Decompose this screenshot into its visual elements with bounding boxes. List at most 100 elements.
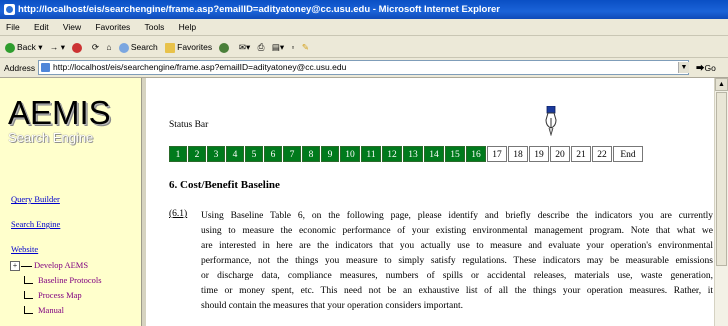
status-step-10[interactable]: 10 bbox=[340, 146, 360, 162]
edit-button[interactable]: ▤▾ bbox=[272, 36, 284, 58]
forward-button[interactable]: → ▾ bbox=[50, 36, 65, 58]
scrollbar-thumb[interactable] bbox=[716, 92, 727, 266]
tree-connector bbox=[21, 265, 32, 267]
tree-root[interactable]: + Develop AEMS bbox=[10, 258, 102, 273]
tree-item-manual[interactable]: Manual bbox=[10, 303, 102, 318]
search-icon bbox=[118, 42, 129, 53]
status-step-5[interactable]: 5 bbox=[245, 146, 263, 162]
back-arrow-icon bbox=[5, 42, 15, 53]
paragraph-number: (6.1) bbox=[169, 209, 188, 219]
home-icon: ⌂ bbox=[106, 42, 112, 52]
edit-icon: ▤▾ bbox=[271, 42, 285, 52]
discuss-button[interactable]: ▫ bbox=[292, 36, 295, 58]
window-titlebar: http://localhost/eis/searchengine/frame.… bbox=[0, 0, 728, 19]
stop-icon bbox=[72, 42, 83, 53]
main-content-frame: Status Bar 1 2 3 4 5 6 7 8 9 10 11 12 13 14 15 16 17 18 19… bbox=[147, 78, 714, 326]
favorites-icon bbox=[165, 42, 176, 53]
page-icon bbox=[41, 63, 50, 72]
paragraph-line: using to measure the economic performanc… bbox=[201, 226, 713, 236]
status-step-7[interactable]: 7 bbox=[283, 146, 301, 162]
mail-button[interactable]: ✉▾ bbox=[239, 36, 250, 58]
scroll-up-arrow-icon[interactable]: ▲ bbox=[715, 78, 728, 91]
standard-toolbar: Back ▾ → ▾ ⟳ ⌂ Search Favorites ✉▾ ⎙ ▤▾ … bbox=[0, 36, 728, 58]
paragraph-line: should contain the measures that your op… bbox=[201, 301, 463, 311]
status-step-20[interactable]: 20 bbox=[550, 146, 570, 162]
tree-branch-line bbox=[24, 276, 33, 284]
menu-favorites[interactable]: Favorites bbox=[95, 22, 130, 32]
go-arrow-icon: ⮕ bbox=[696, 63, 705, 73]
paragraph-line: time or money spent, etc. This need not … bbox=[201, 286, 713, 296]
favorites-button[interactable]: Favorites bbox=[165, 36, 212, 58]
pen-marker-icon bbox=[544, 105, 558, 138]
website-link[interactable]: Website bbox=[11, 244, 38, 254]
vertical-scrollbar[interactable]: ▲ bbox=[714, 78, 728, 326]
refresh-button[interactable]: ⟳ bbox=[92, 36, 99, 58]
status-step-17[interactable]: 17 bbox=[487, 146, 507, 162]
messenger-icon: ✎ bbox=[301, 42, 310, 52]
status-step-15[interactable]: 15 bbox=[445, 146, 465, 162]
status-step-14[interactable]: 14 bbox=[424, 146, 444, 162]
status-step-2[interactable]: 2 bbox=[188, 146, 206, 162]
section-heading: 6. Cost/Benefit Baseline bbox=[169, 179, 280, 191]
status-step-16[interactable]: 16 bbox=[466, 146, 486, 162]
status-step-13[interactable]: 13 bbox=[403, 146, 423, 162]
progress-status-bar: 1 2 3 4 5 6 7 8 9 10 11 12 13 14 15 16 17 18 19 20 21 22 End bbox=[169, 146, 644, 162]
tree-expand-toggle[interactable]: + bbox=[10, 261, 20, 272]
status-step-21[interactable]: 21 bbox=[571, 146, 591, 162]
menu-view[interactable]: View bbox=[63, 22, 81, 32]
menu-bar: File Edit View Favorites Tools Help bbox=[0, 19, 728, 36]
tree-branch-line bbox=[24, 291, 33, 299]
navigation-tree: + Develop AEMS Baseline Protocols Process… bbox=[10, 258, 102, 318]
status-bar-label: Status Bar bbox=[169, 120, 209, 130]
menu-edit[interactable]: Edit bbox=[34, 22, 49, 32]
back-button[interactable]: Back ▾ bbox=[5, 36, 43, 58]
status-step-11[interactable]: 11 bbox=[361, 146, 381, 162]
history-button[interactable] bbox=[219, 36, 231, 58]
mail-icon: ✉▾ bbox=[238, 42, 251, 52]
status-step-19[interactable]: 19 bbox=[529, 146, 549, 162]
aemis-logo: AEMIS Search Engine bbox=[8, 94, 133, 146]
tree-root-label: Develop AEMS bbox=[34, 260, 89, 270]
tree-item-baseline-protocols[interactable]: Baseline Protocols bbox=[10, 273, 102, 288]
status-step-8[interactable]: 8 bbox=[302, 146, 320, 162]
search-button[interactable]: Search bbox=[118, 36, 158, 58]
tree-item-process-map[interactable]: Process Map bbox=[10, 288, 102, 303]
print-icon: ⎙ bbox=[257, 42, 265, 52]
status-step-4[interactable]: 4 bbox=[226, 146, 244, 162]
home-button[interactable]: ⌂ bbox=[106, 36, 111, 58]
status-step-18[interactable]: 18 bbox=[508, 146, 528, 162]
address-dropdown-icon[interactable]: ▼ bbox=[678, 62, 689, 73]
status-step-22[interactable]: 22 bbox=[592, 146, 612, 162]
discuss-icon: ▫ bbox=[291, 42, 295, 52]
forward-arrow-icon: → ▾ bbox=[49, 42, 66, 52]
status-step-1[interactable]: 1 bbox=[169, 146, 187, 162]
menu-file[interactable]: File bbox=[6, 22, 20, 32]
query-builder-link[interactable]: Query Builder bbox=[11, 194, 60, 204]
history-icon bbox=[219, 42, 230, 53]
paragraph-line: are interested in here are the indicator… bbox=[201, 241, 713, 251]
paragraph-text: Using Baseline Table 6, on the following… bbox=[201, 209, 713, 314]
menu-help[interactable]: Help bbox=[179, 22, 196, 32]
logo-title: AEMIS bbox=[8, 94, 111, 131]
status-step-end[interactable]: End bbox=[613, 146, 643, 162]
messenger-button[interactable]: ✎ bbox=[302, 36, 309, 58]
menu-tools[interactable]: Tools bbox=[145, 22, 165, 32]
refresh-icon: ⟳ bbox=[91, 42, 99, 52]
ie-app-icon bbox=[4, 4, 15, 15]
window-title: http://localhost/eis/searchengine/frame.… bbox=[18, 4, 501, 15]
paragraph-line: Using Baseline Table 6, on the following… bbox=[201, 211, 713, 221]
status-step-6[interactable]: 6 bbox=[264, 146, 282, 162]
go-button[interactable]: ⮕Go bbox=[696, 58, 716, 78]
paragraph-line: or discharge data, compliance measures, … bbox=[201, 271, 713, 281]
address-input[interactable]: http://localhost/eis/searchengine/frame.… bbox=[38, 60, 689, 75]
address-bar: Address http://localhost/eis/searchengin… bbox=[0, 58, 728, 78]
status-step-3[interactable]: 3 bbox=[207, 146, 225, 162]
search-engine-link[interactable]: Search Engine bbox=[11, 219, 60, 229]
paragraph-line: performance, not the things you measure … bbox=[201, 256, 713, 266]
stop-button[interactable] bbox=[72, 36, 84, 58]
address-label: Address bbox=[4, 63, 36, 73]
status-step-9[interactable]: 9 bbox=[321, 146, 339, 162]
status-step-12[interactable]: 12 bbox=[382, 146, 402, 162]
print-button[interactable]: ⎙ bbox=[258, 36, 265, 58]
logo-subtitle: Search Engine bbox=[8, 130, 94, 145]
